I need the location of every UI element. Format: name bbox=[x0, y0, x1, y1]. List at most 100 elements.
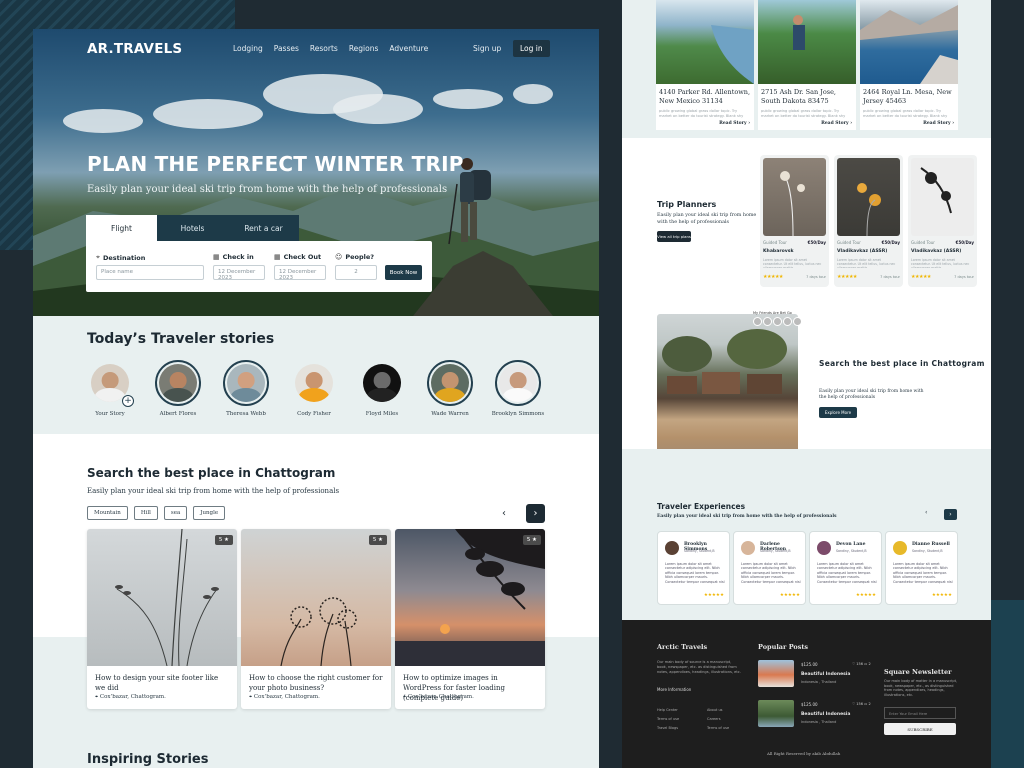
nav-link-lodging[interactable]: Lodging bbox=[233, 44, 263, 53]
read-story-link[interactable]: Read Story › bbox=[821, 121, 852, 126]
story-avatar[interactable]: Theresa Webb bbox=[223, 360, 269, 417]
trip-card[interactable]: Guided Tour €50/Day Khabarovsk Lorem ipsu… bbox=[760, 155, 829, 287]
popular-posts-title: Popular Posts bbox=[758, 643, 809, 651]
experience-card[interactable]: Devon Lane Sandiny, Student,B Lorem ipsu… bbox=[809, 531, 882, 605]
destination-label: ⌖ Destination bbox=[96, 253, 146, 262]
nav-link-regions[interactable]: Regions bbox=[349, 44, 379, 53]
place-card[interactable]: 5 ★ How to optimize images in WordPress … bbox=[395, 529, 545, 709]
footer-link-terms-2[interactable]: Terms of use bbox=[707, 726, 729, 730]
person-icon: ☺ bbox=[335, 253, 343, 261]
checkout-label: ▦ Check Out bbox=[274, 253, 322, 261]
newsletter-email-input[interactable]: Enter Your Email Here bbox=[884, 707, 956, 719]
chip-hill[interactable]: Hill bbox=[133, 506, 158, 520]
nav-link-adventure[interactable]: Adventure bbox=[389, 44, 428, 53]
read-story-link[interactable]: Read Story › bbox=[719, 121, 750, 126]
explore-more-button[interactable]: Explore More bbox=[819, 407, 857, 418]
chip-jungle[interactable]: Jungle bbox=[193, 506, 226, 520]
photo-caption: My Friends Are Bet Go bbox=[753, 311, 792, 315]
traveler-stories-section: Today’s Traveler stories + Your Story Al… bbox=[33, 316, 599, 434]
footer-link-terms[interactable]: Terms of use bbox=[657, 717, 679, 721]
destination-input[interactable]: Place name bbox=[96, 265, 204, 280]
story-avatar[interactable]: Cody Fisher bbox=[291, 360, 337, 417]
avatar-group bbox=[753, 317, 802, 326]
newsletter-text: Our main body of matter in a manuscript,… bbox=[884, 679, 958, 697]
traveler-experiences-section: Traveler Experiences Easily plan your id… bbox=[622, 449, 991, 620]
chevron-left-icon[interactable]: ‹ bbox=[495, 504, 513, 522]
star-rating-icon: ★★★★★ bbox=[855, 593, 876, 598]
people-label: ☺ People? bbox=[335, 253, 375, 261]
experiences-title: Traveler Experiences bbox=[657, 502, 746, 511]
place-address: 2715 Ash Dr. San Jose, South Dakota 8347… bbox=[761, 88, 836, 105]
tab-flight[interactable]: Flight bbox=[86, 215, 157, 241]
site-footer: Arctic Travels Our main body of source i… bbox=[622, 620, 991, 768]
nav-links: Lodging Passes Resorts Regions Adventure bbox=[233, 44, 428, 53]
story-avatar[interactable]: Brooklyn Simmons bbox=[492, 360, 544, 417]
experience-card[interactable]: Dianne Russell Sandiny, Student,B Lorem … bbox=[885, 531, 958, 605]
chattogram-subtitle: Easily plan your ideal ski trip from hom… bbox=[819, 389, 924, 400]
people-input[interactable]: 2 bbox=[335, 265, 377, 280]
footer-brand: Arctic Travels bbox=[657, 643, 708, 651]
nav-link-passes[interactable]: Passes bbox=[274, 44, 299, 53]
newsletter-title: Square Newsletter bbox=[884, 668, 952, 676]
book-now-button[interactable]: Book Now bbox=[385, 265, 422, 280]
signup-link[interactable]: Sign up bbox=[473, 44, 501, 53]
site-logo[interactable]: AR.TRAVELS bbox=[87, 41, 182, 57]
place-story-card[interactable]: 4140 Parker Rd. Allentown, New Mexico 31… bbox=[656, 0, 754, 130]
read-story-link[interactable]: Read Story › bbox=[923, 121, 954, 126]
footer-link-careers[interactable]: Careers bbox=[707, 717, 721, 721]
place-stories-row: 4140 Parker Rd. Allentown, New Mexico 31… bbox=[622, 0, 991, 138]
trip-card[interactable]: Guided Tour €50/Day Vladikavkaz (ASSR) Lo… bbox=[834, 155, 903, 287]
star-rating-icon: ★★★★★ bbox=[763, 274, 783, 280]
star-rating-icon: ★★★★★ bbox=[837, 274, 857, 280]
place-card[interactable]: 5 ★ How to design your site footer like … bbox=[87, 529, 237, 709]
login-button[interactable]: Log in bbox=[513, 40, 550, 57]
view-all-trips-button[interactable]: View all trip plans bbox=[657, 231, 691, 242]
search-subtitle: Easily plan your ideal ski trip from hom… bbox=[87, 487, 340, 495]
trip-planners-subtitle: Easily plan your ideal ski trip from hom… bbox=[657, 213, 757, 225]
card-title[interactable]: How to design your site footer like we d… bbox=[87, 666, 237, 693]
experience-card[interactable]: Brooklyn Simmons Sandiny, Student,B Lore… bbox=[657, 531, 730, 605]
location-pin-icon: ⌖ bbox=[96, 253, 100, 261]
likes-comments: ♡ 156 ▭ 2 bbox=[852, 662, 871, 666]
story-avatar[interactable]: Floyd Miles bbox=[359, 360, 405, 417]
trip-price: €50/Day bbox=[881, 240, 900, 245]
hero-subtitle: Easily plan your ideal ski trip from hom… bbox=[87, 184, 448, 195]
popular-post[interactable]: $125.00 Beautiful Indonesia Indonesia , … bbox=[758, 700, 871, 728]
tab-hotels[interactable]: Hotels bbox=[157, 215, 228, 241]
chip-sea[interactable]: sea bbox=[163, 506, 188, 520]
more-info-heading: More Information bbox=[657, 687, 692, 692]
add-story-icon[interactable]: + bbox=[122, 395, 134, 407]
footer-brand-text: Our main body of source is a manuscript,… bbox=[657, 660, 741, 674]
story-your-story[interactable]: + Your Story bbox=[87, 360, 134, 417]
footer-link-help-center[interactable]: Help Center bbox=[657, 708, 678, 712]
avatar bbox=[893, 541, 907, 555]
chip-mountain[interactable]: Mountain bbox=[87, 506, 128, 520]
card-title[interactable]: How to choose the right customer for you… bbox=[241, 666, 391, 693]
star-rating-icon: ★★★★★ bbox=[911, 274, 931, 280]
checkin-label: ▦ Check in bbox=[213, 253, 254, 261]
experience-card[interactable]: Darlene Robertson Sandiny, Student,B Lor… bbox=[733, 531, 806, 605]
chevron-right-icon[interactable]: › bbox=[526, 504, 545, 523]
footer-link-about[interactable]: About us bbox=[707, 708, 723, 712]
checkout-input[interactable]: 12 December 2023 bbox=[274, 265, 326, 281]
subscribe-button[interactable]: SUBSCRIBE bbox=[884, 723, 956, 735]
place-story-card[interactable]: 2715 Ash Dr. San Jose, South Dakota 8347… bbox=[758, 0, 856, 130]
rating-badge: 5 ★ bbox=[214, 535, 233, 545]
chevron-right-icon[interactable]: › bbox=[944, 509, 957, 520]
popular-post[interactable]: $125.00 Beautiful Indonesia Indonesia , … bbox=[758, 660, 871, 688]
place-story-card[interactable]: 2464 Royal Ln. Mesa, New Jersey 45463 pu… bbox=[860, 0, 958, 130]
trip-price: €50/Day bbox=[807, 240, 826, 245]
trip-card[interactable]: Guided Tour €50/Day Vladikavkaz (ASSR) Lo… bbox=[908, 155, 977, 287]
tab-rent-a-car[interactable]: Rent a car bbox=[228, 215, 299, 241]
footer-link-travel-blogs[interactable]: Travel Blogs bbox=[657, 726, 678, 730]
search-section: Search the best place in Chattogram Easi… bbox=[33, 434, 599, 768]
story-avatar[interactable]: Wade Warren bbox=[427, 360, 473, 417]
chevron-left-icon[interactable]: ‹ bbox=[925, 509, 927, 516]
village-photo bbox=[657, 314, 798, 465]
checkin-input[interactable]: 12 December 2023 bbox=[213, 265, 265, 281]
story-avatar[interactable]: Albert Flores bbox=[155, 360, 201, 417]
top-nav: AR.TRAVELS Lodging Passes Resorts Region… bbox=[33, 29, 599, 71]
nav-link-resorts[interactable]: Resorts bbox=[310, 44, 338, 53]
place-blurb: public growing global grass dollar topic… bbox=[659, 109, 744, 118]
place-card[interactable]: 5 ★ How to choose the right customer for… bbox=[241, 529, 391, 709]
